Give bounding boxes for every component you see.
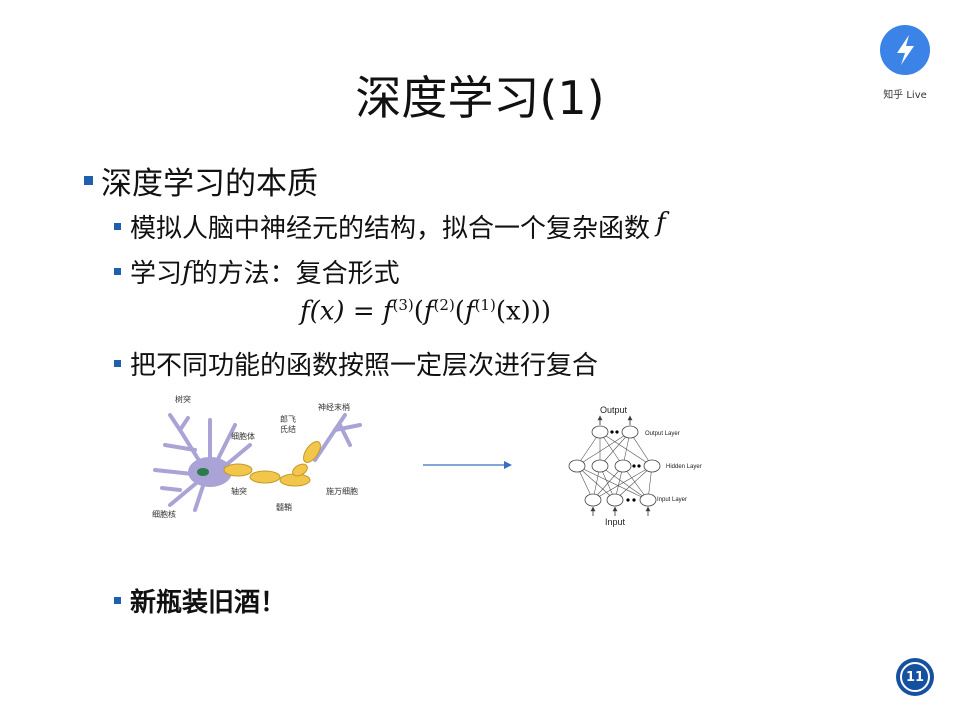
nn-ellipsis-dot — [632, 464, 636, 468]
math-var: f — [182, 256, 192, 287]
formula-tail: (x))) — [495, 296, 552, 327]
slide: 深度学习(1) 知乎 Live 深度学习的本质 模拟人脑中神经元的结构，拟合一个… — [0, 0, 960, 720]
arrow-icon — [423, 461, 512, 469]
label-hidden-layer: Hidden Layer — [666, 464, 702, 470]
label-ranvier: 郎飞 — [280, 414, 296, 424]
nn-arrowhead — [645, 506, 651, 512]
label-output: Output — [600, 405, 628, 415]
nn-node — [606, 493, 624, 507]
nn-node — [614, 459, 632, 473]
zhihu-live-logo — [880, 25, 930, 75]
math-var: f — [656, 207, 666, 238]
nn-node — [621, 425, 639, 439]
label-input: Input — [605, 517, 626, 527]
formula-f1: f — [464, 296, 475, 327]
bullet-text: 新瓶装旧酒！ — [130, 588, 287, 618]
label-schwann: 施万细胞 — [326, 486, 358, 496]
formula-lhs: f(x) = — [300, 296, 383, 327]
nn-node — [584, 493, 602, 507]
nn-node — [643, 459, 661, 473]
formula-s1: (1) — [474, 296, 496, 314]
nn-ellipsis-dot — [637, 464, 641, 468]
formula-f3: f — [382, 296, 393, 327]
nn-ellipsis-dot — [615, 430, 619, 434]
page-number-badge: 11 — [896, 658, 934, 696]
nn-node — [591, 459, 609, 473]
bullet-text: 模拟人脑中神经元的结构，拟合一个复杂函数 — [130, 214, 651, 244]
nn-arrowhead — [590, 506, 596, 512]
bullet-text: 的方法：复合形式 — [191, 259, 400, 289]
composition-formula: f(x) = f(3)(f(2)(f(1)(x))) — [300, 296, 552, 327]
neural-network-diagram: Output Input Output Layer Hidden Layer I… — [568, 405, 702, 527]
bullet-compose: 把不同功能的函数按照一定层次进行复合 — [114, 345, 598, 382]
lightning-icon — [897, 35, 914, 65]
nn-ellipsis-dot — [632, 498, 636, 502]
bullet-marker — [114, 223, 121, 230]
bullet-text: 把不同功能的函数按照一定层次进行复合 — [130, 351, 599, 381]
nn-arrowhead — [597, 415, 603, 421]
formula-s3: (3) — [392, 296, 414, 314]
nn-ellipsis-dot — [626, 498, 630, 502]
nn-arrowhead — [627, 415, 633, 421]
label-myelin: 髓鞘 — [276, 502, 292, 512]
slide-title: 深度学习(1) — [355, 71, 605, 125]
nn-node — [639, 493, 657, 507]
bullet-marker — [114, 597, 121, 604]
bullet-new-bottle: 新瓶装旧酒！ — [114, 582, 286, 619]
bullet-text: 学习 — [130, 259, 183, 289]
bullet-essence: 深度学习的本质 — [84, 158, 318, 203]
label-axon: 轴突 — [231, 486, 247, 496]
nn-node — [568, 459, 586, 473]
label-soma: 细胞体 — [231, 431, 255, 441]
nn-node — [591, 425, 609, 439]
page-number: 11 — [900, 662, 930, 692]
bullet-marker — [84, 176, 93, 185]
label-input-layer: Input Layer — [657, 497, 687, 503]
bullet-method: 学习 f 的方法：复合形式 — [114, 253, 400, 290]
bullet-marker — [114, 360, 121, 367]
logo-text: 知乎 Live — [883, 90, 927, 101]
nn-ellipsis-dot — [610, 430, 614, 434]
neuron-diagram: 树突 细胞体 轴突 细胞核 髓鞘 郎飞 氏结 施万细胞 神经末梢 — [152, 394, 362, 519]
nn-arrowhead — [612, 506, 618, 512]
bullet-text: 深度学习的本质 — [101, 166, 318, 202]
label-output-layer: Output Layer — [645, 431, 680, 437]
formula-f2: f — [423, 296, 434, 327]
formula-s2: (2) — [433, 296, 455, 314]
label-terminal: 神经末梢 — [318, 402, 350, 412]
bullet-simulate: 模拟人脑中神经元的结构，拟合一个复杂函数 f — [114, 208, 666, 245]
label-ranvier-2: 氏结 — [280, 424, 296, 434]
bullet-marker — [114, 268, 121, 275]
label-nucleus: 细胞核 — [152, 509, 176, 519]
label-dendrite: 树突 — [175, 394, 191, 404]
